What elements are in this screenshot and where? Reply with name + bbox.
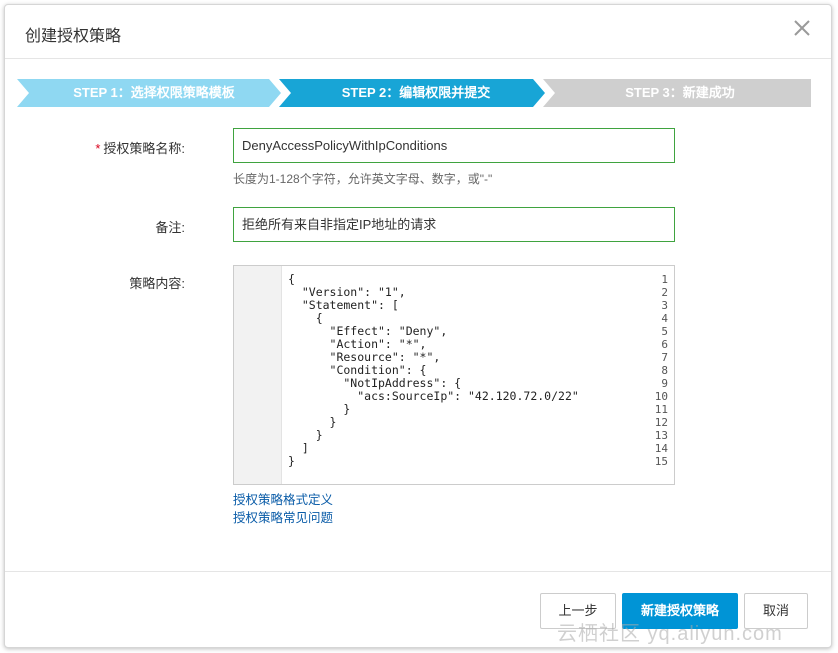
close-icon [794,20,810,36]
note-input[interactable]: 拒绝所有来自非指定IP地址的请求 [233,207,675,242]
policy-name-label: * 授权策略名称: [95,138,185,157]
line-number: 4 [661,312,668,325]
code-line: "Condition": { [288,363,427,377]
policy-content-editor[interactable]: 1{2 "Version": "1", 3 "Statement": [4 {5 … [233,265,675,485]
create-policy-dialog: 创建授权策略 STEP 1：选择权限策略模板 STEP 2：编辑权限并提交 ST… [4,4,832,648]
note-label: 备注: [155,220,185,235]
line-number: 2 [661,286,668,299]
line-number: 8 [661,364,668,377]
line-number: 7 [661,351,668,364]
close-button[interactable] [791,17,813,39]
code-line: "Action": "*", [288,337,427,351]
line-number: 13 [654,429,668,442]
policy-name-input[interactable]: DenyAccessPolicyWithIpConditions [233,128,675,163]
step-progress: STEP 1：选择权限策略模板 STEP 2：编辑权限并提交 STEP 3：新建… [17,79,811,107]
footer-divider [5,571,831,572]
line-number: 15 [654,455,668,468]
line-number: 12 [654,416,668,429]
policy-name-hint: 长度为1-128个字符，允许英文字母、数字，或"-" [233,172,493,186]
code-line: } [288,454,295,468]
line-number: 6 [661,338,668,351]
code-line: "Version": "1", [288,285,406,299]
line-number: 1 [661,273,668,286]
code-line: } [288,402,351,416]
required-mark: * [95,141,101,156]
line-number: 14 [654,442,668,455]
code-line: { [288,311,323,325]
editor-gutter [234,266,282,484]
code-line: "Statement": [ [288,298,399,312]
line-number: 5 [661,325,668,338]
code-line: "acs:SourceIp": "42.120.72.0/22" [288,389,579,403]
policy-name-label-text: 授权策略名称: [103,141,185,156]
policy-format-link[interactable]: 授权策略格式定义 [233,491,333,509]
code-line: ] [288,441,309,455]
code-line: "Resource": "*", [288,350,441,364]
code-line: } [288,415,337,429]
line-number: 10 [654,390,668,403]
help-links: 授权策略格式定义 授权策略常见问题 [233,491,333,527]
step-3-label: STEP 3：新建成功 [625,85,735,100]
line-number: 3 [661,299,668,312]
dialog-title: 创建授权策略 [25,28,122,45]
code-line: { [288,272,295,286]
code-line: "NotIpAddress": { [288,376,462,390]
policy-faq-link[interactable]: 授权策略常见问题 [233,509,333,527]
dialog-header: 创建授权策略 [5,5,831,59]
policy-content-label: 策略内容: [129,276,185,291]
line-number: 11 [654,403,668,416]
line-number: 9 [661,377,668,390]
watermark: 云栖社区 yq.aliyun.com [557,623,783,645]
code-line: } [288,428,323,442]
step-2-label: STEP 2：编辑权限并提交 [341,85,491,100]
step-1-label: STEP 1：选择权限策略模板 [73,85,235,100]
code-line: "Effect": "Deny", [288,324,448,338]
